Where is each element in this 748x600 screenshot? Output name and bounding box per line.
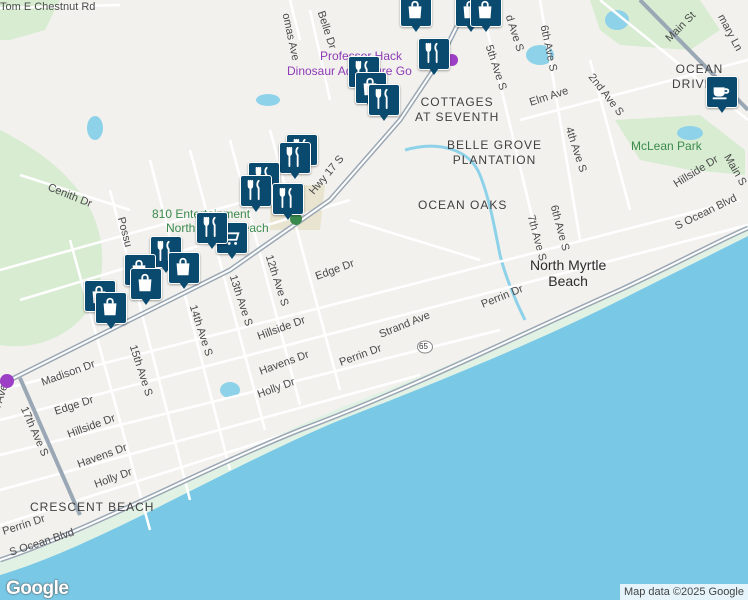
shopping-bag-icon	[138, 273, 152, 292]
map-marker-shopping[interactable]	[470, 0, 502, 33]
poi-label-mclean-park[interactable]: McLean Park	[631, 139, 702, 153]
street-label-tom-e-chestnut: Tom E Chestnut Rd	[0, 1, 96, 13]
google-logo: Google	[6, 578, 69, 599]
restaurant-icon	[247, 179, 260, 201]
map-marker-coffee[interactable]	[706, 76, 738, 114]
map-marker-restaurant[interactable]	[368, 84, 400, 122]
camera-icon[interactable]	[0, 374, 14, 388]
shopping-bag-icon	[408, 0, 422, 19]
pond-6	[256, 94, 280, 106]
area-label-ocean-oaks: OCEAN OAKS	[418, 198, 508, 212]
area-label-crescent-beach: CRESCENT BEACH	[30, 500, 155, 514]
area-label-belle-grove: BELLE GROVE PLANTATION	[447, 138, 543, 167]
map-marker-restaurant[interactable]	[240, 175, 272, 213]
map-marker-restaurant[interactable]	[272, 183, 304, 221]
city-label-north-myrtle-beach: North Myrtle Beach	[530, 257, 607, 289]
restaurant-icon	[425, 42, 438, 64]
map-marker-restaurant[interactable]	[279, 142, 311, 180]
route-65-label: 65	[419, 342, 428, 351]
pond-4	[677, 126, 703, 140]
route-65-shield: 65	[417, 340, 433, 354]
pond-1	[87, 116, 103, 140]
map-canvas[interactable]: Tom E Chestnut Rd Belle Dr omas Ave Ceni…	[0, 0, 748, 600]
coffee-icon	[712, 87, 730, 100]
restaurant-icon	[375, 88, 388, 110]
map-marker-restaurant[interactable]	[418, 38, 450, 76]
shopping-bag-icon	[103, 297, 117, 316]
restaurant-icon	[203, 216, 216, 238]
restaurant-icon	[286, 146, 299, 168]
map-marker-shopping[interactable]	[168, 252, 200, 290]
restaurant-icon	[279, 187, 292, 209]
map-marker-shopping[interactable]	[400, 0, 432, 33]
area-label-cottages: COTTAGES AT SEVENTH	[415, 95, 500, 124]
map-marker-shopping[interactable]	[130, 268, 162, 306]
shopping-bag-icon	[176, 257, 190, 276]
map-marker-shopping[interactable]	[95, 292, 127, 330]
shopping-bag-icon	[478, 0, 492, 19]
map-marker-restaurant[interactable]	[196, 212, 228, 250]
map-attribution: Map data ©2025 Google	[619, 584, 748, 600]
